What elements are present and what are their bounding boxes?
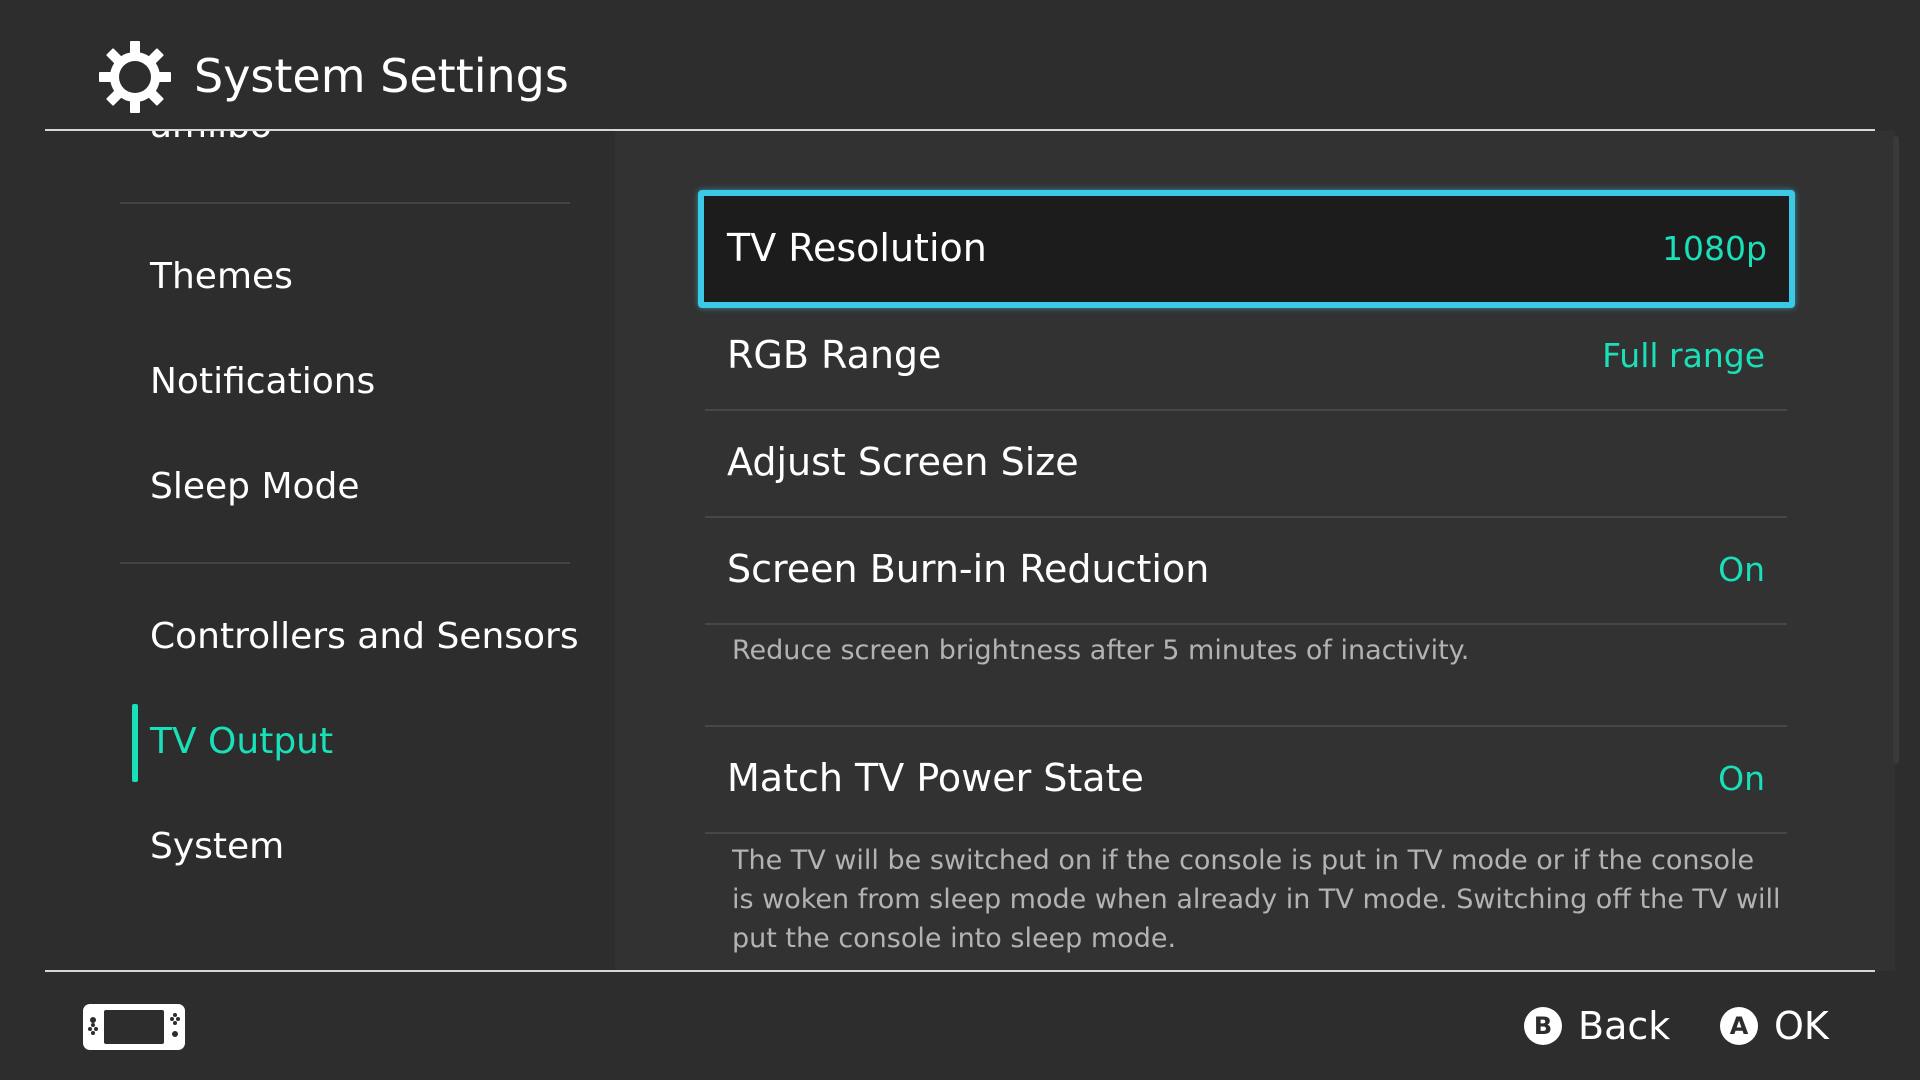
- selected-indicator: [132, 704, 138, 782]
- match-tv-power-state-value: On: [1718, 759, 1765, 798]
- page-title: System Settings: [194, 49, 569, 103]
- sidebar-divider: [120, 202, 570, 204]
- back-button[interactable]: B Back: [1524, 1000, 1670, 1052]
- rgb-range-value: Full range: [1602, 336, 1765, 375]
- match-tv-power-state-label: Match TV Power State: [727, 756, 1144, 800]
- header-divider: [45, 129, 1875, 131]
- adjust-screen-size-row[interactable]: Adjust Screen Size: [705, 410, 1787, 516]
- sidebar-item-sleep-mode[interactable]: Sleep Mode: [150, 462, 360, 512]
- back-label: Back: [1578, 1004, 1671, 1048]
- system-settings-screen: System Settings amiibo Themes Notificati…: [0, 0, 1920, 1080]
- row-divider: [705, 832, 1787, 834]
- scrollbar[interactable]: [1893, 136, 1899, 764]
- match-tv-power-state-description: The TV will be switched on if the consol…: [732, 845, 1781, 954]
- console-icon: [83, 1004, 185, 1050]
- sidebar: amiibo Themes Notifications Sleep Mode C…: [0, 131, 615, 971]
- adjust-screen-size-label: Adjust Screen Size: [727, 440, 1079, 484]
- sidebar-item-system[interactable]: System: [150, 822, 284, 872]
- sidebar-item-tv-output[interactable]: TV Output: [150, 717, 333, 767]
- tv-resolution-label: TV Resolution: [727, 226, 987, 270]
- footer: B Back A OK: [0, 972, 1920, 1080]
- sidebar-divider: [120, 562, 570, 564]
- rgb-range-row[interactable]: RGB Range Full range: [705, 303, 1787, 409]
- tv-resolution-row[interactable]: TV Resolution 1080p: [698, 190, 1795, 308]
- sidebar-item-themes[interactable]: Themes: [150, 252, 293, 302]
- row-divider: [705, 623, 1787, 625]
- gear-icon: [99, 41, 171, 113]
- match-tv-power-state-row[interactable]: Match TV Power State On: [705, 726, 1787, 832]
- rgb-range-label: RGB Range: [727, 333, 942, 377]
- ok-button[interactable]: A OK: [1720, 1000, 1829, 1052]
- a-button-icon: A: [1720, 1007, 1758, 1045]
- ok-label: OK: [1774, 1004, 1829, 1048]
- burn-in-reduction-value: On: [1718, 550, 1765, 589]
- sidebar-item-amiibo[interactable]: amiibo: [150, 131, 272, 151]
- tv-resolution-value: 1080p: [1662, 229, 1767, 268]
- burn-in-reduction-description: Reduce screen brightness after 5 minutes…: [732, 635, 1470, 666]
- header: System Settings: [0, 0, 1920, 130]
- burn-in-reduction-label: Screen Burn-in Reduction: [727, 547, 1210, 591]
- burn-in-reduction-row[interactable]: Screen Burn-in Reduction On: [705, 517, 1787, 623]
- b-button-icon: B: [1524, 1007, 1562, 1045]
- settings-panel: TV Resolution 1080p RGB Range Full range…: [615, 131, 1895, 971]
- sidebar-item-controllers-and-sensors[interactable]: Controllers and Sensors: [150, 612, 579, 662]
- sidebar-item-notifications[interactable]: Notifications: [150, 357, 375, 407]
